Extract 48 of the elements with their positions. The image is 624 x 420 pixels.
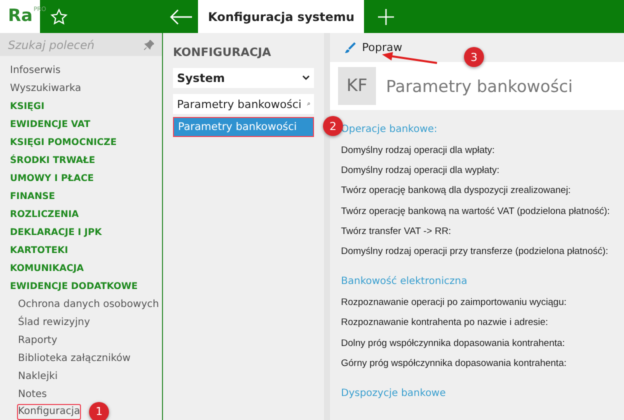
- sidebar-item[interactable]: EWIDENCJE DODATKOWE: [9, 278, 139, 296]
- sidebar-item[interactable]: Ochrona danych osobowych: [17, 296, 160, 314]
- sidebar-item[interactable]: UMOWY I PŁACE: [9, 170, 95, 188]
- field-label: Górny próg współczynnika dopasowania kontrahenta:: [341, 356, 568, 371]
- sidebar-item[interactable]: Biblioteka załączników: [17, 350, 132, 368]
- section-heading: Dyspozycje bankowe: [341, 388, 447, 400]
- field-label: Domyślny rodzaj operacji dla wpłaty:: [341, 144, 496, 158]
- sidebar-item[interactable]: Infoserwis: [9, 62, 62, 80]
- callout-badge: 2: [323, 116, 343, 136]
- sidebar-item[interactable]: KSIĘGI POMOCNICZE: [9, 134, 118, 152]
- sidebar-item[interactable]: Raporty: [17, 332, 58, 350]
- section-heading: Operacje bankowe:: [341, 124, 438, 135]
- sidebar-item[interactable]: KSIĘGI: [9, 98, 46, 116]
- brush-icon: [344, 42, 356, 54]
- chevron-down-icon: [302, 75, 310, 81]
- star-icon[interactable]: [50, 8, 68, 26]
- sidebar-item[interactable]: EWIDENCJE VAT: [9, 116, 92, 134]
- tab[interactable]: Konfiguracja systemu: [198, 0, 364, 33]
- callout-arrow: [382, 52, 438, 64]
- panel-title: KONFIGURACJA: [173, 45, 272, 59]
- field-label: Rozpoznawanie operacji po zaimportowaniu wyciągu:: [341, 296, 568, 310]
- page-title: Parametry bankowości: [386, 76, 573, 96]
- sidebar-item[interactable]: Notes: [17, 386, 48, 404]
- sidebar-item[interactable]: DEKLARACJE I JPK: [9, 224, 103, 242]
- add-tab-icon[interactable]: [378, 9, 394, 25]
- field-label: Rozpoznawanie kontrahenta po nazwie i adresie:: [341, 316, 550, 330]
- field-label: Domyślny rodzaj operacji dla wypłaty:: [341, 164, 500, 178]
- search-field[interactable]: Parametry bankowości: [173, 94, 314, 114]
- sidebar-item[interactable]: Wyszukiwarka: [9, 80, 82, 98]
- field-label: Twórz transfer VAT -> RR:: [341, 224, 452, 239]
- sidebar-item[interactable]: ROZLICZENIA: [9, 206, 80, 224]
- sidebar-item[interactable]: Ślad rewizyjny: [17, 314, 91, 332]
- callout-badge: 3: [464, 47, 484, 67]
- sidebar-item[interactable]: Naklejki: [17, 368, 59, 386]
- sidebar-item[interactable]: KOMUNIKACJA: [9, 260, 85, 278]
- category-dropdown[interactable]: System: [173, 68, 314, 88]
- back-arrow-icon[interactable]: [168, 8, 194, 26]
- callout-badge: 1: [89, 402, 110, 420]
- sidebar-item[interactable]: ŚRODKI TRWAŁE: [9, 152, 96, 170]
- field-label: Twórz operację bankową na wartość VAT (podzielona płatność):: [341, 204, 611, 219]
- section-heading: Bankowość elektroniczna: [341, 276, 468, 288]
- field-label: Domyślny rodzaj operacji przy transferze (podzielona płatność):: [341, 245, 610, 260]
- pin-icon[interactable]: [144, 40, 154, 50]
- kf-badge: KF: [338, 67, 376, 105]
- field-label: Twórz operację bankową dla dyspozycji zrealizowanej:: [341, 184, 572, 198]
- sidebar-item[interactable]: KARTOTEKI: [9, 242, 70, 260]
- sidebar-item[interactable]: FINANSE: [9, 188, 56, 206]
- field-label: Dolny próg współczynnika dopasowania kontrahenta:: [341, 336, 566, 351]
